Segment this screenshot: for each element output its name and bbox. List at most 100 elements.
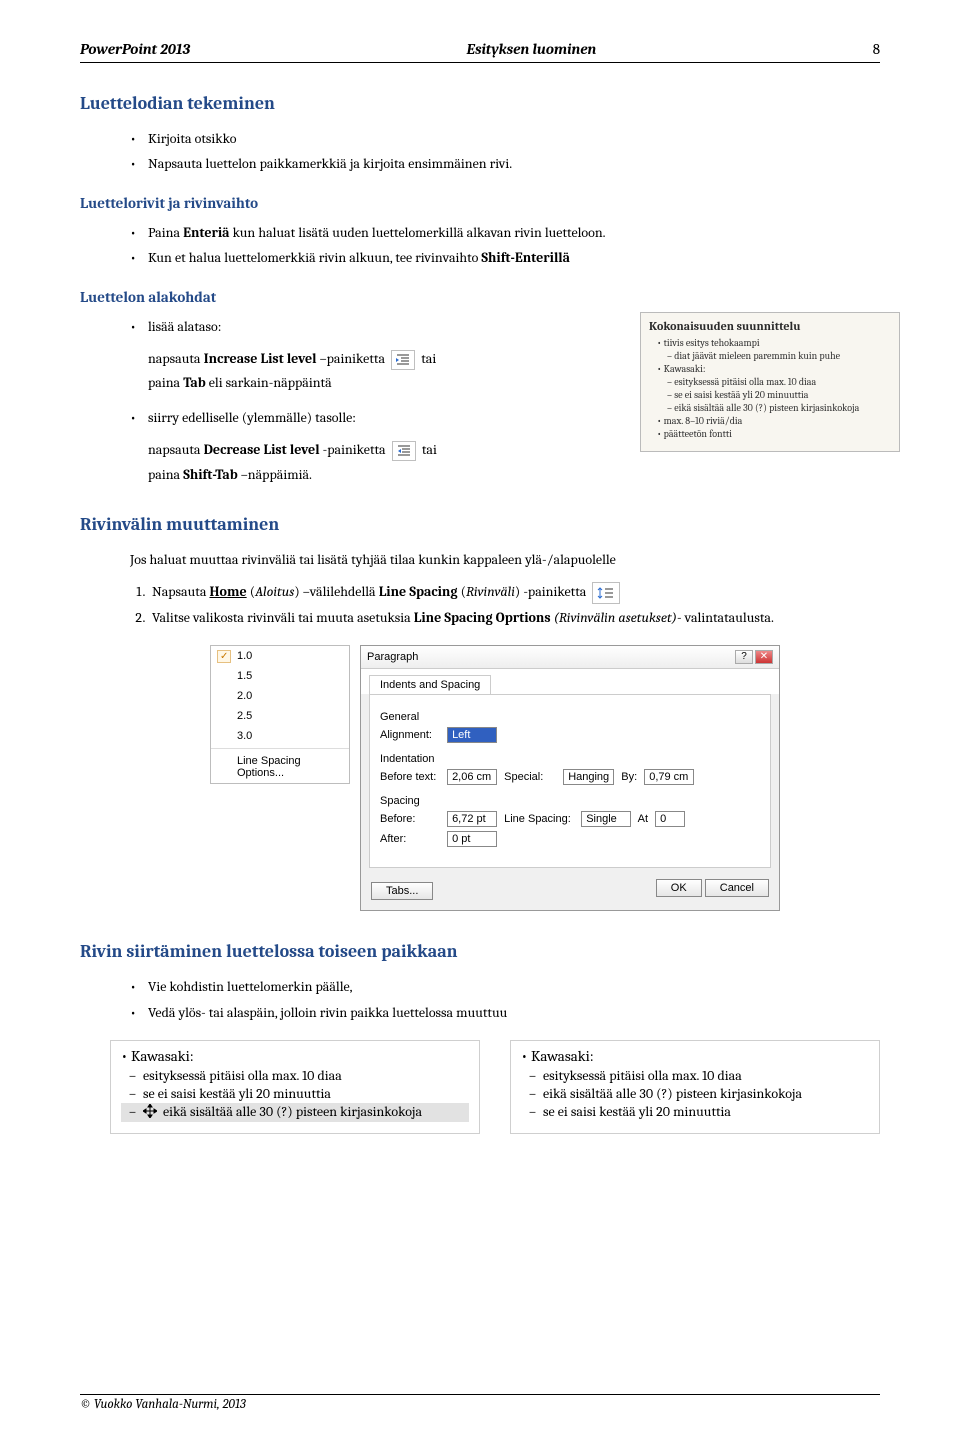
section-luettelodian-title: Luettelodian tekeminen: [80, 93, 880, 114]
move-cursor-icon: [143, 1104, 161, 1122]
text: (: [247, 583, 255, 600]
list-item: Vedä ylös- tai alaspäin, jolloin rivin p…: [130, 1002, 880, 1024]
group-spacing: Spacing Before: 6,72 pt Line Spacing: Si…: [380, 795, 760, 847]
at-label: At: [638, 813, 648, 825]
group-label: Indentation: [380, 753, 760, 765]
panel-line-highlighted: eikä sisältää alle 30 (?) pisteen kirjas…: [121, 1103, 469, 1122]
section3-list: lisää alataso:: [80, 316, 610, 338]
ok-button[interactable]: OK: [656, 879, 702, 897]
menu-item-2-5[interactable]: 2.5: [211, 706, 349, 726]
bold-text: Tab: [183, 374, 205, 391]
bold-text: Shift-Enterillä: [481, 249, 570, 266]
panel-top: Kawasaki:: [121, 1047, 469, 1065]
bold-text: Decrease List level: [204, 441, 320, 458]
list-item: Kun et halua luettelomerkkiä rivin alkuu…: [130, 247, 880, 269]
thumb-line: diat jäävät mieleen paremmin kuin puhe: [649, 350, 891, 362]
by-label: By:: [621, 771, 637, 783]
section-luettelorivit-title: Luettelorivit ja rivinvaihto: [80, 194, 880, 212]
alignment-label: Alignment:: [380, 729, 440, 741]
at-input[interactable]: 0: [655, 811, 685, 827]
text: eli sarkain-näppäintä: [206, 374, 332, 391]
page-footer: © Vuokko Vanhala-Nurmi, 2013: [80, 1394, 880, 1412]
linespacing-select[interactable]: Single: [581, 811, 631, 827]
text: (: [458, 583, 466, 600]
after-input[interactable]: 0 pt: [447, 831, 497, 847]
help-icon[interactable]: ?: [735, 650, 753, 664]
header-left: PowerPoint 2013: [80, 40, 190, 58]
menu-item-options[interactable]: Line Spacing Options...: [211, 751, 349, 783]
slide-thumbnail: Kokonaisuuden suunnittelu tiivis esitys …: [640, 312, 900, 452]
dialog-content: General Alignment: Left Indentation Befo…: [369, 694, 771, 868]
list-item: Paina Enteriä kun haluat lisätä uuden lu…: [130, 222, 880, 244]
special-label: Special:: [504, 771, 556, 783]
tab-indents-spacing[interactable]: Indents and Spacing: [369, 675, 491, 694]
section4-numbered-list: Napsauta Home (Aloitus) –välilehdellä Li…: [80, 581, 880, 629]
thumb-line: tiivis esitys tehokaampi: [649, 337, 891, 349]
list-item: siirry edelliselle (ylemmälle) tasolle:: [130, 407, 610, 429]
list-item: Napsauta luettelon paikkamerkkiä ja kirj…: [130, 153, 880, 175]
header-page-number: 8: [873, 40, 880, 58]
list-item: Kirjoita otsikko: [130, 128, 880, 150]
dialog-title: Paragraph: [367, 651, 418, 663]
menu-item-1-0[interactable]: 1.0: [211, 646, 349, 666]
bold-text: Line Spacing Oprtions: [414, 609, 554, 626]
text: paina: [148, 466, 183, 483]
bold-text: Shift-Tab: [183, 466, 237, 483]
underlined-text: Home: [209, 583, 246, 600]
before-label: Before:: [380, 813, 440, 825]
italic-text: Aloitus: [255, 583, 294, 600]
panel-line: eikä sisältää alle 30 (?) pisteen kirjas…: [521, 1085, 869, 1102]
list-item: lisää alataso:: [130, 316, 610, 338]
text: ) –välilehdellä: [294, 583, 378, 600]
line-spacing-menu: 1.0 1.5 2.0 2.5 3.0 Line Spacing Options…: [210, 645, 350, 784]
thumb-title: Kokonaisuuden suunnittelu: [649, 319, 891, 333]
menu-item-3-0[interactable]: 3.0: [211, 726, 349, 746]
text: - valintataulusta.: [677, 609, 774, 626]
panel-line: esityksessä pitäisi olla max. 10 diaa: [121, 1067, 469, 1084]
group-label: General: [380, 711, 760, 723]
text: kun haluat lisätä uuden luettelomerkillä…: [230, 224, 606, 241]
italic-text: (Rivinvälin asetukset): [554, 609, 677, 626]
section2-list: Paina Enteriä kun haluat lisätä uuden lu…: [80, 222, 880, 270]
panel-top: Kawasaki:: [521, 1047, 869, 1065]
group-label: Spacing: [380, 795, 760, 807]
alignment-select[interactable]: Left: [447, 727, 497, 743]
dialog-titlebar: Paragraph ? ✕: [361, 646, 779, 669]
panel-before: Kawasaki: esityksessä pitäisi olla max. …: [110, 1040, 480, 1134]
section-rivinvali-title: Rivinvälin muuttaminen: [80, 514, 880, 535]
line-spacing-icon: [592, 582, 620, 604]
decrease-list-text: napsauta Decrease List level -painiketta…: [80, 439, 610, 486]
header-rule: [80, 62, 880, 63]
special-select[interactable]: Hanging: [563, 769, 614, 785]
text: -painiketta: [320, 441, 386, 458]
list-item: Vie kohdistin luettelomerkin päälle,: [130, 976, 880, 998]
text: ) -painiketta: [515, 583, 586, 600]
by-input[interactable]: 0,79 cm: [644, 769, 694, 785]
spacing-figures: 1.0 1.5 2.0 2.5 3.0 Line Spacing Options…: [80, 645, 880, 911]
section1-list: Kirjoita otsikko Napsauta luettelon paik…: [80, 128, 880, 176]
increase-indent-icon: [391, 350, 415, 370]
dialog-tabrow: Indents and Spacing: [361, 669, 779, 694]
increase-list-text: napsauta Increase List level –painiketta…: [80, 348, 610, 395]
text: paina: [148, 374, 183, 391]
close-icon[interactable]: ✕: [755, 650, 773, 664]
section-rivin-siirtaminen-title: Rivin siirtäminen luettelossa toiseen pa…: [80, 941, 880, 962]
header-center: Esityksen luominen: [467, 40, 597, 58]
menu-item-2-0[interactable]: 2.0: [211, 686, 349, 706]
list-item: Valitse valikosta rivinväli tai muuta as…: [148, 607, 880, 629]
section4-intro: Jos haluat muuttaa rivinväliä tai lisätä…: [80, 549, 880, 571]
text: Napsauta: [152, 583, 209, 600]
menu-item-1-5[interactable]: 1.5: [211, 666, 349, 686]
section3-list2: siirry edelliselle (ylemmälle) tasolle:: [80, 407, 610, 429]
before-text-input[interactable]: 2,06 cm: [447, 769, 497, 785]
text: tai: [422, 441, 437, 458]
after-label: After:: [380, 833, 440, 845]
panel-line: se ei saisi kestää yli 20 minuuttia: [521, 1103, 869, 1120]
text: eikä sisältää alle 30 (?) pisteen kirjas…: [163, 1103, 422, 1120]
cancel-button[interactable]: Cancel: [705, 879, 769, 897]
before-input[interactable]: 6,72 pt: [447, 811, 497, 827]
tabs-button[interactable]: Tabs...: [371, 882, 433, 900]
thumb-line: max. 8–10 riviä/dia: [649, 415, 891, 427]
bold-text: Enteriä: [183, 224, 229, 241]
paragraph-dialog: Paragraph ? ✕ Indents and Spacing Genera…: [360, 645, 780, 911]
